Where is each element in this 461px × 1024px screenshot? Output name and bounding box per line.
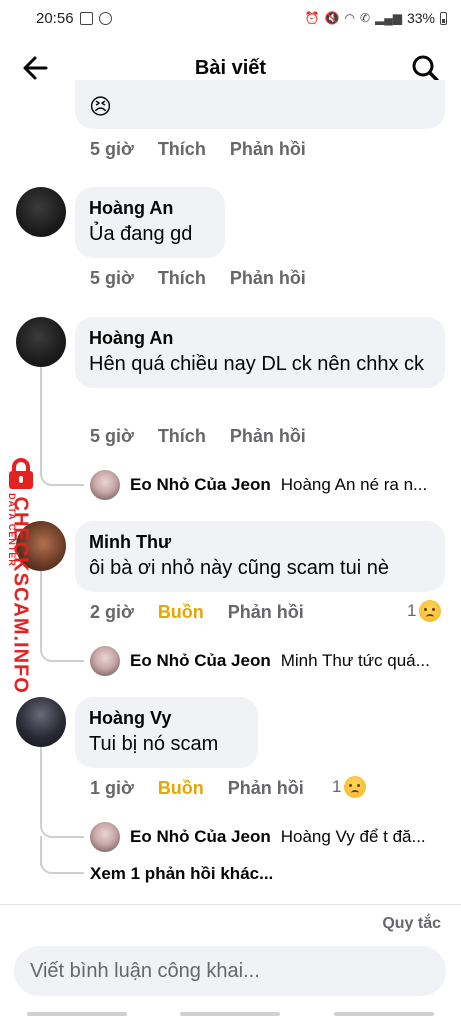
rules-link[interactable]: Quy tắc (382, 915, 441, 933)
like-button[interactable]: Thích (158, 139, 206, 160)
comment-time: 5 giờ (90, 426, 134, 446)
comment-text: Hên quá chiều nay DL ck nên chhx ck (89, 353, 425, 375)
comment-bubble: Hoàng Vy Tui bị nó scam (75, 697, 258, 768)
comment-actions: 1 giờ Buồn Phản hồi (90, 778, 304, 799)
reply-avatar (90, 470, 120, 500)
thread-line (40, 367, 42, 467)
comment-author[interactable]: Hoàng An (89, 196, 211, 220)
comment-bubble: Minh Thư ôi bà ơi nhỏ này cũng scam tui … (75, 521, 445, 592)
like-button[interactable]: Thích (158, 268, 206, 289)
avatar[interactable] (16, 697, 66, 747)
wifi-icon: ◠ (344, 11, 355, 25)
nav-back[interactable] (334, 1012, 435, 1016)
comment-actions: 5 giờ Thích Phản hồi (90, 426, 306, 447)
comment-text: ôi bà ơi nhỏ này cũng scam tui nè (89, 557, 389, 579)
reply-button[interactable]: Phản hồi (228, 602, 304, 623)
comment-input[interactable]: Viết bình luận công khai... (14, 946, 446, 996)
app-notification-icon (98, 11, 112, 25)
reaction-button[interactable]: Buồn (158, 602, 204, 623)
reply-author: Eo Nhỏ Của Jeon (130, 651, 271, 670)
comment-actions: 5 giờ Thích Phản hồi (90, 139, 306, 160)
back-button[interactable] (18, 52, 54, 84)
reply-avatar (90, 646, 120, 676)
nav-home[interactable] (180, 1012, 281, 1016)
comment-author[interactable]: Minh Thư (89, 530, 431, 554)
reply-button[interactable]: Phản hồi (230, 426, 306, 447)
divider (0, 904, 461, 905)
avatar[interactable] (16, 187, 66, 237)
sad-reaction-icon (344, 776, 367, 798)
thread-line (40, 571, 42, 643)
avatar[interactable] (16, 317, 66, 367)
comment-bubble: Hoàng An Hên quá chiều nay DL ck nên chh… (75, 317, 445, 388)
comment-emoji: 😣 (89, 94, 112, 119)
watermark-text: CHECKSCAM.INFO (9, 496, 32, 694)
reply-text: Hoàng An né ra n... (280, 475, 428, 494)
reply-button[interactable]: Phản hồi (228, 778, 304, 799)
reply-preview[interactable]: Eo Nhỏ Của Jeon Hoàng Vy để t đă... (90, 822, 450, 852)
comment-input-placeholder: Viết bình luận công khai... (30, 959, 260, 982)
comment-text: Tui bị nó scam (89, 733, 219, 755)
reply-preview[interactable]: Eo Nhỏ Của Jeon Hoàng An né ra n... (90, 470, 450, 500)
thread-connector (40, 636, 84, 662)
alarm-icon: ⏰ (304, 11, 320, 25)
thread-connector (40, 460, 84, 486)
reply-button[interactable]: Phản hồi (230, 139, 306, 160)
battery-icon (440, 11, 447, 25)
like-button[interactable]: Thích (158, 426, 206, 447)
comment-time: 1 giờ (90, 778, 134, 798)
mute-icon: 🔇 (324, 11, 340, 25)
comment-time: 5 giờ (90, 268, 134, 288)
comment-text: Ủa đang gd (89, 223, 193, 245)
sad-reaction-icon (419, 600, 442, 622)
view-more-replies-link[interactable]: Xem 1 phản hồi khác... (90, 864, 273, 884)
comment-bubble: Hoàng An Ủa đang gd (75, 187, 225, 258)
nav-recents[interactable] (26, 1012, 127, 1016)
reply-button[interactable]: Phản hồi (230, 268, 306, 289)
reply-author: Eo Nhỏ Của Jeon (130, 827, 271, 846)
gesture-nav-bar (0, 1004, 461, 1024)
clock: 20:56 (36, 9, 74, 27)
thread-connector (40, 812, 84, 838)
reaction-count[interactable]: 1 (407, 600, 442, 622)
comment-author[interactable]: Hoàng Vy (89, 706, 244, 730)
call-icon: ✆ (359, 11, 370, 25)
reply-text: Minh Thư tức quá... (280, 651, 430, 670)
comment-bubble-partial: 😣 (75, 80, 445, 129)
battery-percent: 33% (406, 10, 435, 26)
reaction-count-value: 1 (407, 601, 417, 620)
thread-line (40, 747, 42, 819)
gallery-notification-icon (79, 11, 93, 25)
status-bar: 20:56 ⏰ 🔇 ◠ ✆ ▂▄▆ 33% (0, 0, 461, 36)
thread-connector (40, 850, 84, 874)
watermark: DATA CENTER CHECKSCAM.INFO (0, 455, 40, 694)
comment-author[interactable]: Hoàng An (89, 326, 431, 350)
reply-avatar (90, 822, 120, 852)
comment-time: 5 giờ (90, 139, 134, 159)
reply-author: Eo Nhỏ Của Jeon (130, 475, 271, 494)
comment-time: 2 giờ (90, 602, 134, 622)
reply-text: Hoàng Vy để t đă... (280, 827, 426, 846)
comment-actions: 5 giờ Thích Phản hồi (90, 268, 306, 289)
signal-icon: ▂▄▆ (375, 11, 402, 25)
reply-preview[interactable]: Eo Nhỏ Của Jeon Minh Thư tức quá... (90, 646, 450, 676)
comment-actions: 2 giờ Buồn Phản hồi (90, 602, 304, 623)
arrow-left-icon (23, 56, 48, 80)
page-title: Bài viết (194, 56, 267, 79)
reaction-count-value: 1 (332, 777, 342, 796)
reaction-button[interactable]: Buồn (158, 778, 204, 799)
reaction-count[interactable]: 1 (332, 776, 367, 798)
